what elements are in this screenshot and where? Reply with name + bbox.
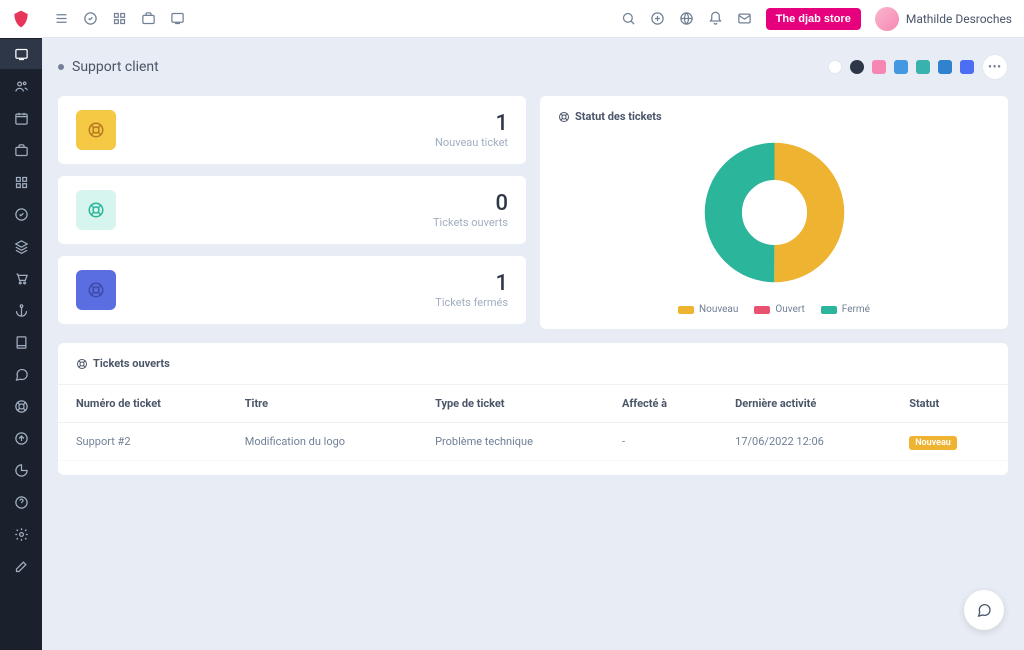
app-logo[interactable] xyxy=(0,0,42,38)
sidebar-item-settings[interactable] xyxy=(0,519,42,549)
tickets-table-card: Tickets ouverts Numéro de ticket Titre T… xyxy=(58,343,1008,475)
sidebar-item-layers[interactable] xyxy=(0,231,42,261)
lifebuoy-icon xyxy=(558,111,570,123)
sidebar-item-apps[interactable] xyxy=(0,167,42,197)
cell-type: Problème technique xyxy=(417,423,604,461)
lifebuoy-icon xyxy=(76,358,88,370)
theme-dot-white[interactable] xyxy=(828,60,842,74)
table-row[interactable]: Support #2 Modification du logo Problème… xyxy=(58,423,1008,461)
stat-open-tickets[interactable]: 0Tickets ouverts xyxy=(58,176,526,244)
more-button[interactable]: ••• xyxy=(982,54,1008,80)
sidebar-item-anchor[interactable] xyxy=(0,295,42,325)
globe-icon[interactable] xyxy=(679,11,694,26)
stat-value: 0 xyxy=(433,191,508,216)
avatar xyxy=(875,7,899,31)
lifebuoy-icon xyxy=(76,270,116,310)
briefcase-icon[interactable] xyxy=(141,11,156,26)
cell-title: Modification du logo xyxy=(227,423,417,461)
theme-dot-pink[interactable] xyxy=(872,60,886,74)
sidebar-item-briefcase[interactable] xyxy=(0,135,42,165)
theme-dot-dark[interactable] xyxy=(850,60,864,74)
legend-item: Ouvert xyxy=(754,304,804,315)
theme-dot-blue[interactable] xyxy=(894,60,908,74)
stat-closed-tickets[interactable]: 1Tickets fermés xyxy=(58,256,526,324)
chart-card: Statut des tickets Nouveau Ouvert Fermé xyxy=(540,96,1008,329)
display-icon[interactable] xyxy=(170,11,185,26)
stat-label: Tickets fermés xyxy=(435,296,508,309)
legend-item: Fermé xyxy=(821,304,870,315)
store-button[interactable]: The djab store xyxy=(766,8,861,30)
lifebuoy-icon xyxy=(76,190,116,230)
col-title[interactable]: Titre xyxy=(227,385,417,423)
username: Mathilde Desroches xyxy=(906,12,1012,26)
user-menu[interactable]: Mathilde Desroches xyxy=(875,7,1012,31)
page-header: Support client ••• xyxy=(58,54,1008,80)
search-icon[interactable] xyxy=(621,11,636,26)
col-ticket-number[interactable]: Numéro de ticket xyxy=(58,385,227,423)
theme-dot-indigo[interactable] xyxy=(960,60,974,74)
chart-title: Statut des tickets xyxy=(558,110,990,123)
add-icon[interactable] xyxy=(650,11,665,26)
grid-icon[interactable] xyxy=(112,11,127,26)
col-status[interactable]: Statut xyxy=(891,385,1008,423)
chat-fab[interactable] xyxy=(964,590,1004,630)
bell-icon[interactable] xyxy=(708,11,723,26)
stats-column: 1Nouveau ticket 0Tickets ouverts 1Ticket… xyxy=(58,96,526,329)
sidebar-item-support[interactable] xyxy=(0,391,42,421)
topbar: The djab store Mathilde Desroches xyxy=(42,0,1024,38)
sidebar-item-cart[interactable] xyxy=(0,263,42,293)
status-badge: Nouveau xyxy=(909,436,957,450)
theme-dot-blue2[interactable] xyxy=(938,60,952,74)
sidebar-item-reports[interactable] xyxy=(0,455,42,485)
sidebar-item-help[interactable] xyxy=(0,487,42,517)
donut-chart xyxy=(697,135,852,290)
stat-label: Nouveau ticket xyxy=(435,136,508,149)
col-assignee[interactable]: Affecté à xyxy=(604,385,717,423)
sidebar-item-book[interactable] xyxy=(0,327,42,357)
col-type[interactable]: Type de ticket xyxy=(417,385,604,423)
page-title: Support client xyxy=(58,59,159,75)
table-title: Tickets ouverts xyxy=(58,357,1008,385)
col-activity[interactable]: Dernière activité xyxy=(717,385,891,423)
cell-activity: 17/06/2022 12:06 xyxy=(717,423,891,461)
cell-ticket-number: Support #2 xyxy=(58,423,227,461)
sidebar xyxy=(0,0,42,650)
sidebar-item-export[interactable] xyxy=(0,423,42,453)
sidebar-item-tasks[interactable] xyxy=(0,199,42,229)
mail-icon[interactable] xyxy=(737,11,752,26)
tickets-table: Numéro de ticket Titre Type de ticket Af… xyxy=(58,385,1008,461)
stat-value: 1 xyxy=(435,111,508,136)
theme-dot-teal[interactable] xyxy=(916,60,930,74)
sidebar-item-edit[interactable] xyxy=(0,551,42,581)
sidebar-item-chat[interactable] xyxy=(0,359,42,389)
stat-new-tickets[interactable]: 1Nouveau ticket xyxy=(58,96,526,164)
lifebuoy-icon xyxy=(76,110,116,150)
stat-label: Tickets ouverts xyxy=(433,216,508,229)
chart-legend: Nouveau Ouvert Fermé xyxy=(678,304,870,315)
stat-value: 1 xyxy=(435,271,508,296)
sidebar-item-dashboard[interactable] xyxy=(0,39,42,69)
legend-item: Nouveau xyxy=(678,304,738,315)
check-icon[interactable] xyxy=(83,11,98,26)
theme-picker: ••• xyxy=(828,54,1008,80)
cell-assignee: - xyxy=(604,423,717,461)
sidebar-item-users[interactable] xyxy=(0,71,42,101)
menu-icon[interactable] xyxy=(54,11,69,26)
cell-status: Nouveau xyxy=(891,423,1008,461)
sidebar-item-calendar[interactable] xyxy=(0,103,42,133)
